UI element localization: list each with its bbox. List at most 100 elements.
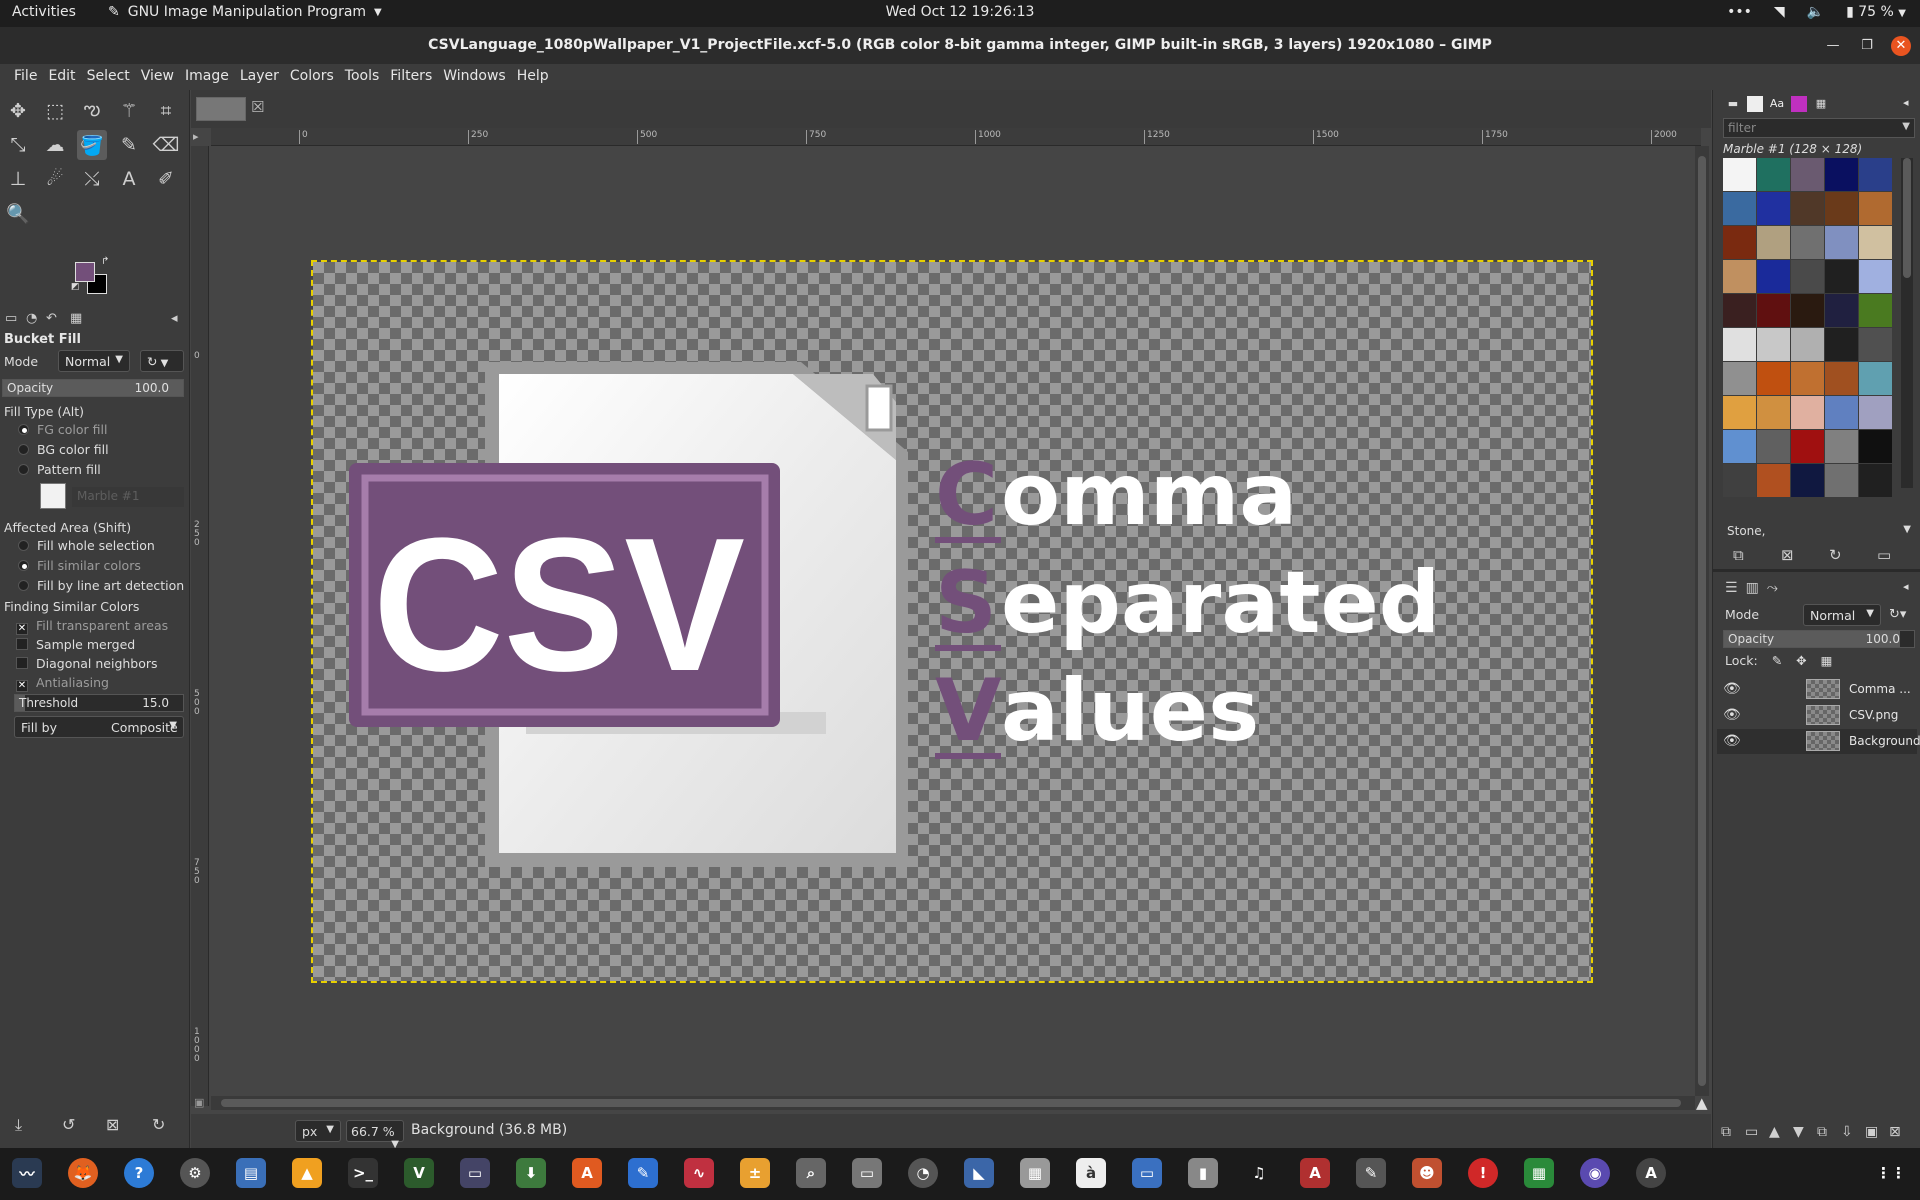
ruler-origin-icon[interactable]: ▸ [193, 130, 199, 143]
radio-pattern[interactable] [18, 464, 29, 475]
radio-line-art[interactable] [18, 580, 29, 591]
pattern-swatch[interactable] [1825, 192, 1858, 225]
pattern-swatch[interactable] [1825, 260, 1858, 293]
gimp-dock-icon[interactable]: ✎ [1356, 1158, 1386, 1188]
panel-menu-icon[interactable]: ◂ [1903, 96, 1909, 109]
photo-icon[interactable]: ◣ [964, 1158, 994, 1188]
quick-mask-icon[interactable]: ▣ [194, 1096, 204, 1109]
pattern-swatch[interactable] [1859, 158, 1892, 191]
pattern-swatch[interactable] [1791, 430, 1824, 463]
fuzzy-select-tool-icon[interactable]: ⚚ [114, 96, 144, 126]
eraser-tool-icon[interactable]: ⌫ [151, 130, 181, 160]
music-icon[interactable]: ♫ [1244, 1158, 1274, 1188]
fonts-tab-icon[interactable]: Aa [1769, 96, 1785, 112]
bucket-fill-tool-icon[interactable]: 🪣 [77, 130, 107, 160]
vertical-scroll-thumb[interactable] [1698, 156, 1706, 1086]
channels-tab-icon[interactable]: ▥ [1746, 580, 1759, 596]
menu-select[interactable]: Select [81, 64, 135, 90]
threshold-slider[interactable]: Threshold 15.0 [14, 694, 184, 712]
pattern-swatch[interactable] [1757, 396, 1790, 429]
archive-icon[interactable]: ▮ [1188, 1158, 1218, 1188]
system-graph-icon[interactable]: ∿ [684, 1158, 714, 1188]
layer-row-selected[interactable]: 👁 Background [1717, 729, 1920, 754]
pattern-swatch[interactable] [1757, 158, 1790, 191]
images-tab-icon[interactable]: ▦ [70, 311, 82, 326]
pattern-swatch[interactable] [1757, 192, 1790, 225]
menu-tools[interactable]: Tools [339, 64, 385, 90]
checkbox-antialiasing[interactable]: ✕ [16, 680, 28, 692]
menu-view[interactable]: View [135, 64, 179, 90]
firefox-icon[interactable]: 🦊 [68, 1158, 98, 1188]
raise-layer-icon[interactable]: ▲ [1769, 1124, 1780, 1140]
patterns-scrollbar[interactable] [1901, 158, 1913, 488]
area-line-art[interactable]: Fill by line art detection [18, 578, 184, 593]
paths-tool-icon[interactable]: ⤯ [77, 164, 107, 194]
image-viewer-icon[interactable]: ⌕ [796, 1158, 826, 1188]
swap-colors-icon[interactable]: ↱ [101, 256, 109, 267]
rect-select-tool-icon[interactable]: ⬚ [40, 96, 70, 126]
radio-bg[interactable] [18, 444, 29, 455]
foreground-color-swatch[interactable] [75, 262, 95, 282]
duplicate-layer-icon[interactable]: ⧉ [1817, 1124, 1827, 1140]
checkbox-sample-merged[interactable] [16, 638, 28, 650]
pattern-swatch[interactable] [1825, 328, 1858, 361]
text-editor-icon[interactable]: ✎ [628, 1158, 658, 1188]
layer-mode-reset-icon[interactable]: ↻▾ [1889, 607, 1906, 622]
pattern-swatch[interactable] [1757, 430, 1790, 463]
pattern-swatch[interactable] [1791, 396, 1824, 429]
horizontal-ruler[interactable]: 0 250 500 750 1000 1250 1500 1750 2000 [211, 128, 1701, 146]
lower-layer-icon[interactable]: ▼ [1793, 1124, 1804, 1140]
pattern-refresh-icon[interactable]: ↻ [1829, 546, 1842, 564]
palettes-tab-icon[interactable]: ▦ [1813, 96, 1829, 112]
visibility-eye-icon[interactable]: 👁 [1723, 681, 1741, 697]
delete-options-icon[interactable]: ⊠ [106, 1115, 119, 1134]
pattern-swatch[interactable] [1723, 430, 1756, 463]
writer-icon[interactable]: ▤ [236, 1158, 266, 1188]
tool-options-tab-icon[interactable]: ▭ [5, 311, 17, 326]
pattern-name-field[interactable]: Marble #1 [72, 487, 184, 507]
minimize-button[interactable]: — [1823, 36, 1843, 56]
check-antialiasing[interactable]: ✕ Antialiasing [16, 675, 109, 692]
system-tray[interactable]: ••• ◥ 🔈 ▮ 75 % ▼ [1727, 4, 1906, 20]
pattern-open-icon[interactable]: ▭ [1877, 546, 1891, 564]
pattern-swatch[interactable] [1859, 328, 1892, 361]
mode-select[interactable]: Normal ▼ [58, 350, 130, 372]
canvas-image[interactable]: CSV C omma S eparated V alues [311, 260, 1593, 983]
area-similar-colors[interactable]: Fill similar colors [18, 558, 141, 573]
menu-windows[interactable]: Windows [437, 64, 511, 90]
terminal-icon[interactable]: >_ [348, 1158, 378, 1188]
checkbox-fill-transparent[interactable]: ✕ [16, 623, 28, 635]
radio-fg[interactable] [18, 424, 29, 435]
warp-tool-icon[interactable]: ☁ [40, 130, 70, 160]
vim-icon[interactable]: V [404, 1158, 434, 1188]
pattern-swatch[interactable] [40, 483, 66, 509]
wifi-icon[interactable]: ◥ [1774, 4, 1785, 20]
download-icon[interactable]: ⬇ [516, 1158, 546, 1188]
fill-type-bg[interactable]: BG color fill [18, 442, 109, 457]
mode-reset-button[interactable]: ↻ ▼ [140, 350, 184, 372]
pattern-swatch[interactable] [1859, 464, 1892, 497]
pattern-swatch[interactable] [1723, 192, 1756, 225]
close-tab-icon[interactable]: ☒ [251, 98, 264, 116]
radio-whole[interactable] [18, 540, 29, 551]
pattern-swatch[interactable] [1791, 226, 1824, 259]
app-menu-button[interactable]: ✎ GNU Image Manipulation Program ▼ [108, 4, 382, 20]
pattern-swatch[interactable] [1723, 158, 1756, 191]
pattern-swatch[interactable] [1757, 226, 1790, 259]
gradients-tab-icon[interactable] [1791, 96, 1807, 112]
spreadsheet-icon[interactable]: ▦ [1524, 1158, 1554, 1188]
pattern-swatch[interactable] [1757, 260, 1790, 293]
help-icon[interactable]: ? [124, 1158, 154, 1188]
pattern-swatch[interactable] [1791, 362, 1824, 395]
pattern-swatch[interactable] [1723, 294, 1756, 327]
delete-layer-icon[interactable]: ⊠ [1889, 1124, 1901, 1140]
window-titlebar[interactable]: CSVLanguage_1080pWallpaper_V1_ProjectFil… [0, 27, 1920, 64]
pattern-swatch[interactable] [1859, 260, 1892, 293]
patterns-tab-icon[interactable] [1747, 96, 1763, 112]
pattern-swatch[interactable] [1859, 362, 1892, 395]
pattern-swatch[interactable] [1757, 328, 1790, 361]
screen-icon[interactable]: ▭ [1132, 1158, 1162, 1188]
vlc-icon[interactable]: ▲ [292, 1158, 322, 1188]
merge-layer-icon[interactable]: ⇩ [1841, 1124, 1853, 1140]
maximize-button[interactable]: ❐ [1857, 36, 1877, 56]
